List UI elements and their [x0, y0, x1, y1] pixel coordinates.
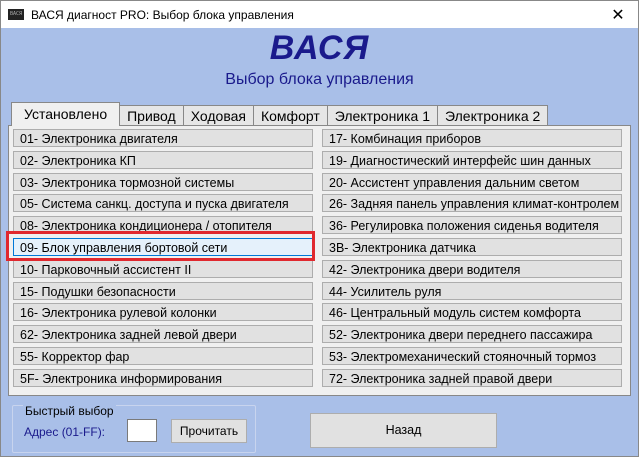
- app-logo: ВАСЯ: [269, 29, 370, 67]
- module-button[interactable]: 20- Ассистент управления дальним светом: [322, 172, 622, 191]
- title-bar: ВАСЯ ВАСЯ диагност PRO: Выбор блока упра…: [1, 1, 638, 28]
- module-button[interactable]: 17- Комбинация приборов: [322, 129, 622, 147]
- module-button[interactable]: 53- Электромеханический стояночный тормо…: [322, 347, 622, 365]
- module-button[interactable]: 03- Электроника тормозной системы: [13, 172, 313, 191]
- module-button[interactable]: 52- Электроника двери переднего пассажир…: [322, 325, 622, 344]
- module-button[interactable]: 62- Электроника задней левой двери: [13, 325, 313, 344]
- module-list-panel: 01- Электроника двигателя 02- Электроник…: [8, 125, 631, 396]
- app-icon: ВАСЯ: [8, 9, 24, 20]
- read-button[interactable]: Прочитать: [171, 419, 247, 443]
- module-button[interactable]: 10- Парковочный ассистент II: [13, 259, 313, 278]
- module-button[interactable]: 08- Электроника кондиционера / отопителя: [13, 216, 313, 235]
- close-button[interactable]: ✕: [598, 1, 638, 28]
- window-title: ВАСЯ диагност PRO: Выбор блока управлени…: [31, 7, 294, 22]
- tab-comfort[interactable]: Комфорт: [252, 105, 328, 126]
- module-button[interactable]: 72- Электроника задней правой двери: [322, 368, 622, 387]
- back-button[interactable]: Назад: [310, 413, 497, 448]
- tab-chassis[interactable]: Ходовая: [182, 105, 254, 126]
- module-button[interactable]: 26- Задняя панель управления климат-конт…: [322, 194, 622, 213]
- module-button[interactable]: 46- Центральный модуль систем комфорта: [322, 303, 622, 322]
- module-button[interactable]: 36- Регулировка положения сиденья водите…: [322, 216, 622, 235]
- module-button[interactable]: 19- Диагностический интерфейс шин данных: [322, 150, 622, 169]
- module-button[interactable]: 44- Усилитель руля: [322, 281, 622, 300]
- module-button[interactable]: 42- Электроника двери водителя: [322, 259, 622, 278]
- module-button[interactable]: 5F- Электроника информирования: [13, 368, 313, 387]
- main-window: ВАСЯ ВАСЯ диагност PRO: Выбор блока упра…: [0, 0, 639, 457]
- module-button[interactable]: 01- Электроника двигателя: [13, 129, 313, 147]
- module-button-selected[interactable]: 09- Блок управления бортовой сети: [13, 238, 313, 256]
- tab-electronics-1[interactable]: Электроника 1: [326, 105, 439, 126]
- tab-bar: Установлено Привод Ходовая Комфорт Элект…: [11, 102, 549, 126]
- module-button[interactable]: 15- Подушки безопасности: [13, 281, 313, 300]
- address-input[interactable]: [127, 419, 157, 442]
- tab-drive[interactable]: Привод: [119, 105, 184, 126]
- module-button[interactable]: 16- Электроника рулевой колонки: [13, 303, 313, 322]
- module-button[interactable]: 05- Система санкц. доступа и пуска двига…: [13, 194, 313, 213]
- module-button[interactable]: 3B- Электроника датчика: [322, 238, 622, 256]
- page-subtitle: Выбор блока управления: [225, 71, 414, 88]
- address-label: Адрес (01-FF):: [24, 425, 106, 439]
- module-button[interactable]: 55- Корректор фар: [13, 347, 313, 365]
- tab-electronics-2[interactable]: Электроника 2: [437, 105, 549, 126]
- tab-installed[interactable]: Установлено: [11, 102, 121, 126]
- module-button[interactable]: 02- Электроника КП: [13, 150, 313, 169]
- quick-select-label: Быстрый выбор: [23, 404, 116, 418]
